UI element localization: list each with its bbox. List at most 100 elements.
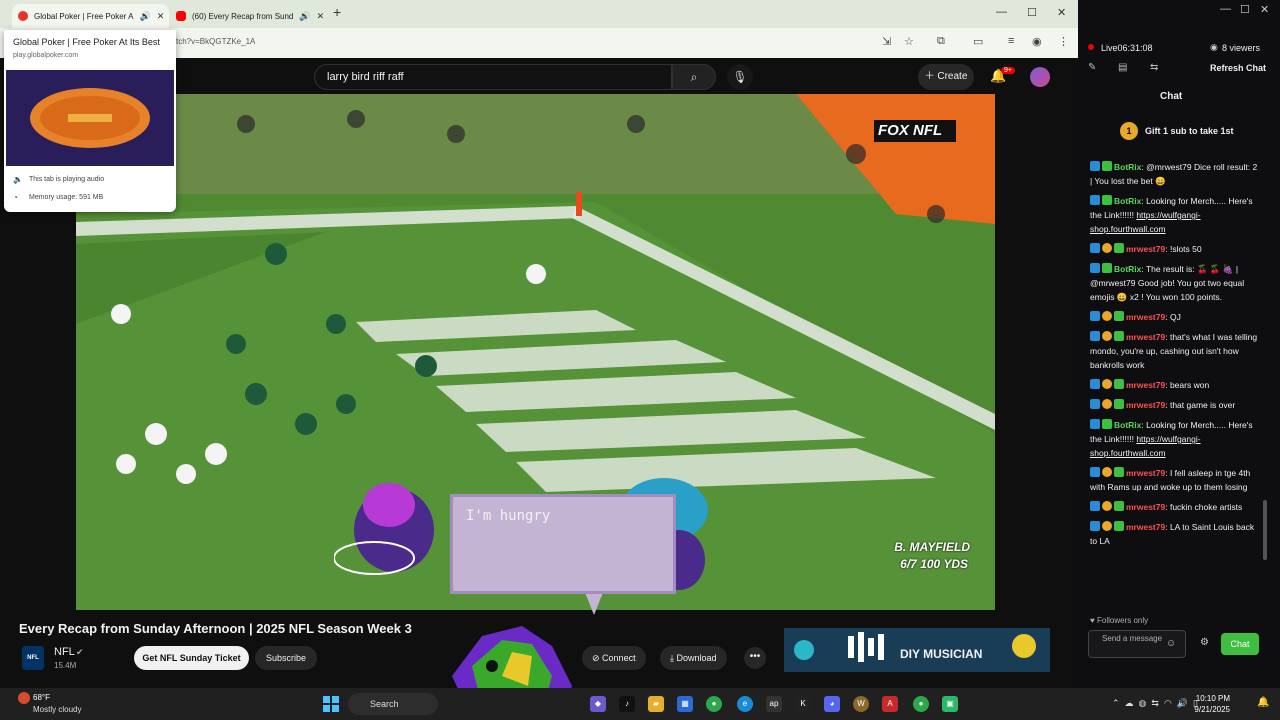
install-icon[interactable]: ⇲ bbox=[882, 35, 891, 48]
more-actions-button[interactable]: ••• bbox=[744, 647, 766, 669]
close-icon[interactable]: ✕ bbox=[157, 11, 165, 22]
taskbar-search[interactable]: Search bbox=[348, 693, 438, 715]
weather-icon[interactable] bbox=[18, 692, 30, 704]
clock-time[interactable]: 10:10 PM bbox=[1192, 694, 1230, 703]
chat-title: Chat bbox=[1160, 91, 1183, 102]
edge-icon[interactable]: e bbox=[737, 696, 753, 712]
chat-username[interactable]: mrwest79 bbox=[1126, 332, 1165, 342]
role-badge-icon bbox=[1090, 419, 1100, 429]
create-button[interactable]: ＋ Create bbox=[918, 64, 974, 90]
chat-username[interactable]: BotRix bbox=[1114, 162, 1141, 172]
emote-icon[interactable]: ☺ bbox=[1166, 638, 1176, 649]
url-text[interactable]: tch?v=BkQGTZKe_1A bbox=[176, 37, 255, 46]
bookmark-star-icon[interactable]: ☆ bbox=[904, 35, 914, 48]
chat-scrollbar[interactable] bbox=[1263, 500, 1267, 560]
speech-text: I'm hungry bbox=[466, 508, 551, 524]
gift-sub-banner[interactable]: Gift 1 sub to take 1st bbox=[1145, 126, 1234, 136]
minimize-icon[interactable]: — bbox=[996, 6, 1007, 18]
new-tab-icon[interactable]: + bbox=[333, 4, 341, 20]
windows-start-icon[interactable] bbox=[323, 696, 339, 712]
gear-icon[interactable]: ⚙ bbox=[1200, 637, 1209, 648]
system-tray-icons[interactable]: ⌃ ☁ ◍ ⇆ ◠ 🔊 ▯ bbox=[1112, 698, 1198, 709]
app-icon[interactable]: ap bbox=[766, 696, 782, 712]
chat-username[interactable]: mrwest79 bbox=[1126, 468, 1165, 478]
chat-username[interactable]: mrwest79 bbox=[1126, 522, 1165, 532]
discord-icon[interactable]: ◕ bbox=[824, 696, 840, 712]
chat-username[interactable]: mrwest79 bbox=[1126, 400, 1165, 410]
channel-subscribers: 15.4M bbox=[54, 661, 77, 670]
weather-temp[interactable]: 68°F bbox=[33, 693, 50, 702]
app-icon[interactable]: W bbox=[853, 696, 869, 712]
chat-message: mrwest79: QJ bbox=[1090, 310, 1260, 324]
maximize-icon[interactable]: ☐ bbox=[1027, 6, 1037, 19]
search-input[interactable]: larry bird riff raff bbox=[314, 64, 672, 90]
refresh-chat-button[interactable]: Refresh Chat bbox=[1210, 63, 1266, 73]
app-icon[interactable]: ◆ bbox=[590, 696, 606, 712]
chat-username[interactable]: mrwest79 bbox=[1126, 380, 1165, 390]
chat-text: QJ bbox=[1169, 312, 1181, 322]
badge-icon bbox=[1114, 399, 1124, 409]
badge-icon bbox=[1114, 521, 1124, 531]
weather-description[interactable]: Mostly cloudy bbox=[33, 705, 81, 714]
download-button[interactable]: ⤓ Download bbox=[660, 646, 727, 670]
chrome-icon[interactable]: ● bbox=[913, 696, 929, 712]
notification-badge: 9+ bbox=[1001, 67, 1015, 74]
download-label: Download bbox=[676, 653, 717, 663]
chat-text: !slots 50 bbox=[1169, 244, 1202, 254]
player-stat-name: B. MAYFIELD bbox=[894, 540, 970, 554]
avatar[interactable] bbox=[1030, 67, 1050, 87]
tiktok-icon[interactable]: ♪ bbox=[619, 696, 635, 712]
edit-icon[interactable]: ✎ bbox=[1088, 62, 1096, 73]
folder-icon[interactable]: ▰ bbox=[648, 696, 664, 712]
chat-message: mrwest79: !slots 50 bbox=[1090, 242, 1260, 256]
speaker-icon[interactable]: 🔊 bbox=[139, 11, 150, 22]
badge-icon bbox=[1102, 161, 1112, 171]
stream-close-icon[interactable]: ✕ bbox=[1260, 3, 1269, 16]
chrome-icon[interactable]: ● bbox=[706, 696, 722, 712]
chat-username[interactable]: mrwest79 bbox=[1126, 312, 1165, 322]
role-badge-icon bbox=[1090, 263, 1100, 273]
layout-icon[interactable]: ▤ bbox=[1118, 62, 1127, 73]
notification-icon[interactable]: 🔔 bbox=[1257, 697, 1269, 708]
profile-icon[interactable]: ◉ bbox=[1032, 35, 1042, 48]
live-indicator bbox=[1088, 44, 1094, 50]
sub-badge-icon bbox=[1102, 311, 1112, 321]
chat-message-list: BotRix: @mrwest79 Dice roll result: 2 | … bbox=[1090, 160, 1260, 612]
close-icon[interactable]: ✕ bbox=[317, 11, 325, 22]
chat-send-button[interactable]: Chat bbox=[1221, 633, 1259, 655]
followers-only-label: ♥ Followers only bbox=[1090, 616, 1149, 625]
hover-card-memory: Memory usage: 591 MB bbox=[29, 194, 104, 201]
role-badge-icon bbox=[1090, 243, 1100, 253]
tab-global-poker[interactable]: Global Poker | Free Poker A 🔊 ✕ bbox=[12, 4, 169, 28]
stream-maximize-icon[interactable]: ☐ bbox=[1240, 3, 1250, 16]
store-icon[interactable]: ▦ bbox=[677, 696, 693, 712]
extensions-icon[interactable]: ⧉ bbox=[937, 35, 945, 48]
chat-username[interactable]: BotRix bbox=[1114, 420, 1141, 430]
speaker-icon[interactable]: 🔊 bbox=[299, 11, 310, 22]
chat-username[interactable]: BotRix bbox=[1114, 264, 1141, 274]
channel-name[interactable]: NFL bbox=[54, 646, 75, 658]
share-icon[interactable]: ⇆ bbox=[1150, 62, 1158, 73]
sub-badge-icon bbox=[1102, 467, 1112, 477]
badge-icon bbox=[1102, 195, 1112, 205]
clock-date[interactable]: 9/21/2025 bbox=[1192, 705, 1230, 714]
chat-username[interactable]: mrwest79 bbox=[1126, 244, 1165, 254]
app-icon[interactable]: A bbox=[882, 696, 898, 712]
channel-logo[interactable]: NFL bbox=[22, 646, 44, 670]
sub-badge-icon bbox=[1102, 399, 1112, 409]
stream-minimize-icon[interactable]: — bbox=[1220, 3, 1231, 15]
app-icon[interactable]: ▣ bbox=[942, 696, 958, 712]
browser-menu-icon[interactable]: ⋮ bbox=[1058, 35, 1069, 48]
chat-username[interactable]: mrwest79 bbox=[1126, 502, 1165, 512]
window-close-icon[interactable]: ✕ bbox=[1057, 6, 1066, 19]
search-icon[interactable]: ⌕ bbox=[672, 64, 716, 90]
chat-username[interactable]: BotRix bbox=[1114, 196, 1141, 206]
mascot-overlay-icon bbox=[452, 626, 572, 688]
media-control-icon[interactable]: ≡ bbox=[1008, 35, 1014, 47]
subscribe-button[interactable]: Subscribe bbox=[255, 646, 317, 670]
split-view-icon[interactable]: ▭ bbox=[973, 35, 983, 48]
app-icon[interactable]: K bbox=[795, 696, 811, 712]
sunday-ticket-button[interactable]: Get NFL Sunday Ticket bbox=[134, 646, 249, 670]
tab-youtube[interactable]: (60) Every Recap from Sund 🔊 ✕ bbox=[170, 4, 326, 28]
microphone-icon[interactable]: 🎙 bbox=[727, 64, 753, 90]
